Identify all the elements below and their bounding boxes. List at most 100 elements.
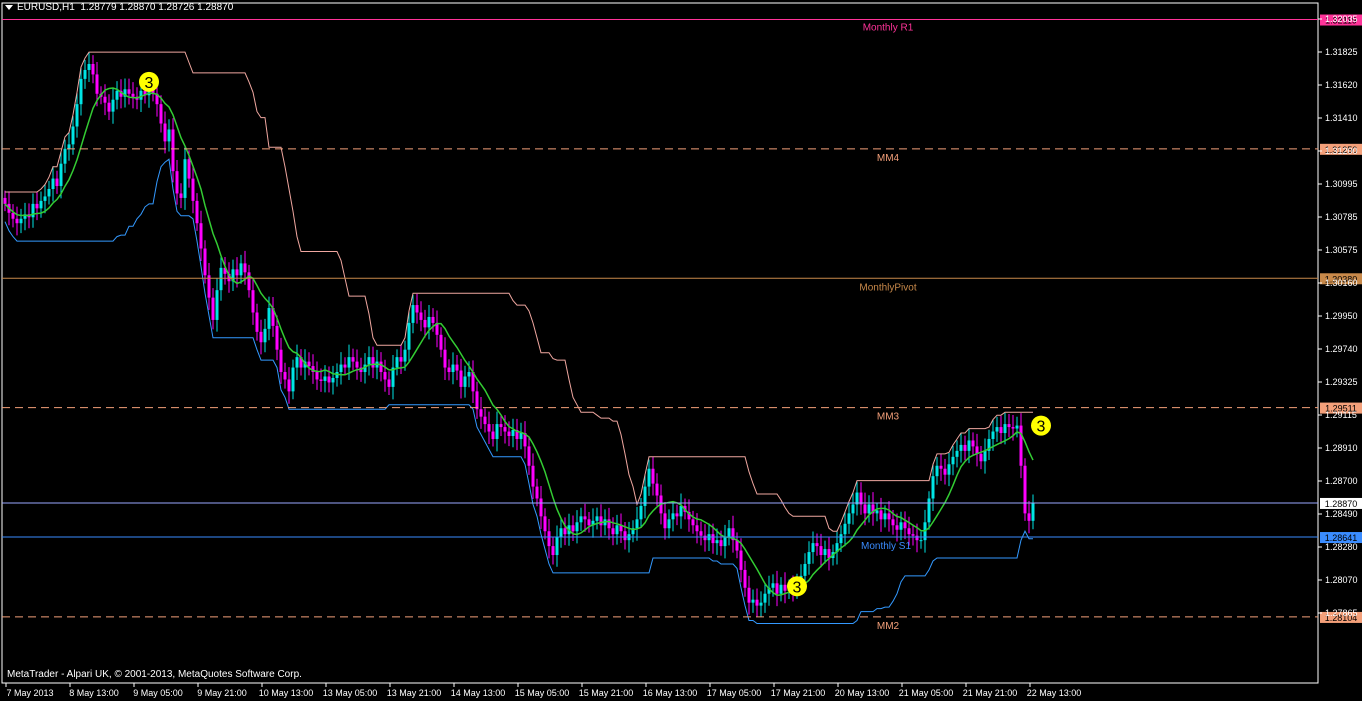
- candle-body: [287, 379, 291, 392]
- candle-body: [739, 550, 743, 570]
- candle-body: [407, 322, 411, 350]
- candle-body: [459, 370, 463, 387]
- candle-body: [771, 583, 775, 588]
- candle-body: [951, 456, 955, 465]
- candle-body: [615, 525, 619, 535]
- candle-body: [351, 357, 355, 362]
- x-axis-tick-label: 13 May 05:00: [323, 688, 378, 698]
- candle-body: [887, 513, 891, 520]
- x-axis-tick-label: 15 May 05:00: [515, 688, 570, 698]
- candle-body: [79, 78, 83, 105]
- candle-body: [347, 357, 351, 368]
- candle-body: [259, 331, 263, 343]
- candle-body: [1007, 424, 1011, 428]
- y-axis-tick-label: 1.28910: [1325, 443, 1358, 453]
- candle-body: [807, 552, 811, 564]
- candle-body: [511, 430, 515, 436]
- candle-body: [595, 516, 599, 521]
- candle-body: [583, 516, 587, 520]
- candle-body: [319, 379, 323, 381]
- candle-body: [839, 534, 843, 544]
- y-axis-tick-label: 1.28070: [1325, 575, 1358, 585]
- candle-body: [947, 464, 951, 475]
- wave-marker-label: 3: [145, 75, 154, 92]
- candle-body: [967, 440, 971, 451]
- candle-body: [679, 505, 683, 517]
- candle-body: [1011, 427, 1015, 429]
- candle-body: [379, 361, 383, 373]
- candle-body: [111, 99, 115, 112]
- candle-body: [875, 510, 879, 514]
- candle-body: [1023, 465, 1027, 514]
- candle-body: [995, 427, 999, 432]
- y-axis-tick-label: 1.29950: [1325, 311, 1358, 321]
- candle-body: [323, 376, 327, 381]
- candle-body: [719, 540, 723, 547]
- candle-body: [559, 528, 563, 538]
- candle-body: [851, 504, 855, 514]
- y-axis-tick-label: 1.27865: [1325, 608, 1358, 618]
- chevron-down-icon[interactable]: [5, 4, 13, 10]
- candle-body: [247, 272, 251, 291]
- candle-body: [803, 563, 807, 576]
- price-tag-label: 1.28870: [1325, 499, 1358, 509]
- candle-body: [979, 453, 983, 462]
- candle-body: [199, 223, 203, 249]
- support-step-line: [4, 158, 1033, 624]
- candle-body: [43, 196, 47, 201]
- candle-body: [999, 427, 1003, 434]
- candle-body: [571, 525, 575, 532]
- candle-body: [863, 504, 867, 514]
- x-axis-tick-label: 14 May 13:00: [451, 688, 506, 698]
- candle-body: [955, 450, 959, 457]
- y-axis-tick-label: 1.30995: [1325, 179, 1358, 189]
- y-axis-tick-label: 1.28280: [1325, 542, 1358, 552]
- candle-body: [983, 450, 987, 462]
- candle-body: [295, 357, 299, 368]
- level-label: Monthly S1: [861, 541, 911, 552]
- candle-body: [483, 416, 487, 425]
- candle-body: [755, 599, 759, 606]
- candle-body: [59, 163, 63, 187]
- y-axis-tick-label: 1.32035: [1325, 14, 1358, 24]
- candle-body: [551, 546, 555, 556]
- candle-body: [191, 178, 195, 201]
- candle-body: [115, 90, 119, 100]
- x-axis-tick-label: 7 May 2013: [6, 688, 53, 698]
- candle-body: [11, 212, 15, 219]
- candle-body: [55, 178, 59, 187]
- price-chart[interactable]: Monthly R11.32119MM41.31250MonthlyPivot1…: [0, 0, 1362, 701]
- candle-body: [727, 528, 731, 538]
- candle-body: [95, 74, 99, 94]
- candle-body: [663, 513, 667, 529]
- candle-body: [215, 290, 219, 320]
- y-axis-tick-label: 1.31410: [1325, 113, 1358, 123]
- candle-body: [467, 372, 471, 377]
- x-axis-tick-label: 9 May 21:00: [197, 688, 247, 698]
- y-axis-tick-label: 1.28700: [1325, 476, 1358, 486]
- candle-body: [387, 379, 391, 387]
- candle-body: [991, 431, 995, 439]
- x-axis-tick-label: 13 May 21:00: [387, 688, 442, 698]
- candle-body: [671, 513, 675, 520]
- x-axis-tick-label: 20 May 13:00: [835, 688, 890, 698]
- level-label: MM3: [877, 412, 900, 423]
- candle-body: [895, 525, 899, 530]
- x-axis-tick-label: 16 May 13:00: [643, 688, 698, 698]
- candle-body: [971, 440, 975, 447]
- candle-body: [943, 468, 947, 475]
- candle-body: [779, 584, 783, 594]
- candle-body: [171, 129, 175, 172]
- candle-body: [611, 528, 615, 535]
- candle-body: [395, 357, 399, 368]
- candle-body: [879, 510, 883, 520]
- candle-body: [371, 357, 375, 368]
- candle-body: [443, 349, 447, 368]
- y-axis-tick-label: 1.31200: [1325, 146, 1358, 156]
- y-axis-tick-label: 1.29325: [1325, 377, 1358, 387]
- y-axis-tick-label: 1.31825: [1325, 47, 1358, 57]
- symbol-header: EURUSD,H1 1.28779 1.28870 1.28726 1.2887…: [5, 2, 233, 13]
- candle-body: [635, 519, 639, 529]
- candle-body: [251, 290, 255, 313]
- candle-body: [911, 534, 915, 536]
